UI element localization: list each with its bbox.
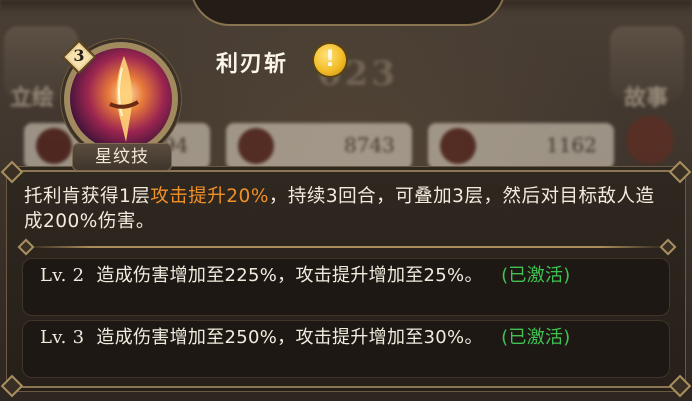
exclamation-icon[interactable]: ! (314, 44, 346, 76)
skill-detail-screen: 立绘 故事 023 294 8743 1162 托利肯获得1层攻击提升20%，持… (0, 0, 692, 401)
section-divider (26, 246, 666, 248)
description-text: 托利肯获得1层 (24, 186, 151, 207)
level-effect: 造成伤害增加至250%，攻击提升增加至30%。 (96, 327, 483, 348)
shield-icon (440, 128, 476, 164)
portrait-button-label: 立绘 (10, 86, 55, 111)
level-status: (已激活) (501, 265, 571, 286)
sword-icon (238, 128, 274, 164)
stat-value-atk: 8743 (344, 133, 395, 157)
level-status: (已激活) (501, 327, 571, 348)
heart-icon (36, 128, 72, 164)
level-label: Lv. 3 (40, 327, 85, 348)
level-effect: 造成伤害增加至225%，攻击提升增加至25%。 (96, 265, 483, 286)
info-i-icon (626, 116, 674, 164)
skill-level-number: 3 (73, 46, 85, 65)
header-frame (190, 0, 506, 26)
skill-name: 利刃斩 (216, 52, 289, 77)
story-button-label: 故事 (624, 86, 669, 111)
stat-value-def: 1162 (546, 133, 597, 157)
skill-description: 托利肯获得1层攻击提升20%，持续3回合，可叠加3层，然后对目标敌人造成200%… (24, 184, 664, 234)
level-upgrade-text: Lv. 3 造成伤害增加至250%，攻击提升增加至30%。 (已激活) (40, 325, 660, 350)
panel-bottom-border (20, 386, 672, 388)
level-upgrade-text: Lv. 2 造成伤害增加至225%，攻击提升增加至25%。 (已激活) (40, 263, 660, 288)
description-highlight: 攻击提升20% (150, 186, 269, 207)
level-label: Lv. 2 (40, 265, 85, 286)
skill-type-label: 星纹技 (72, 143, 172, 171)
